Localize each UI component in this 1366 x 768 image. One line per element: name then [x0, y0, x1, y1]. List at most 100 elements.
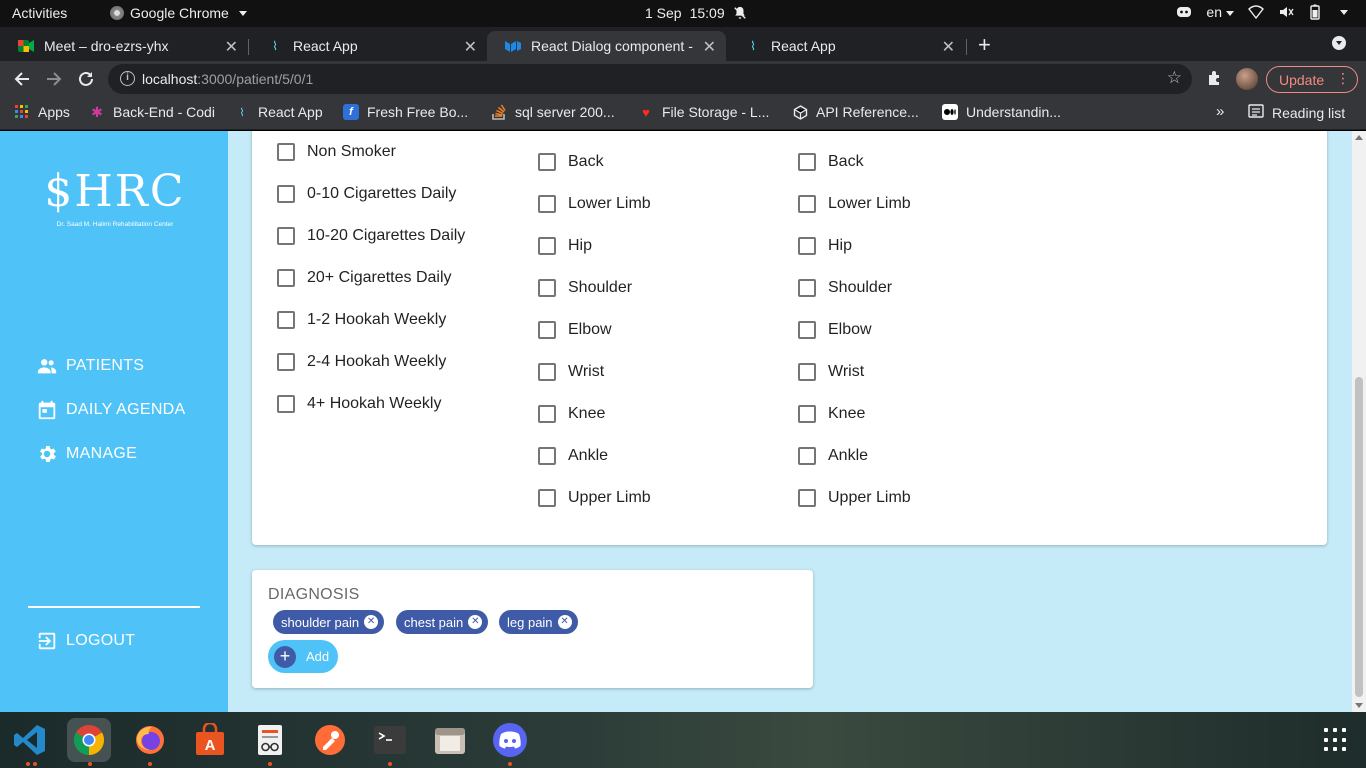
checkbox-square[interactable]: [798, 195, 816, 213]
checkbox-square[interactable]: [798, 279, 816, 297]
bookmark-react-app[interactable]: ⌇ React App: [234, 104, 322, 120]
checkbox-square[interactable]: [538, 237, 556, 255]
checkbox-square[interactable]: [277, 227, 295, 245]
reading-list-button[interactable]: Reading list: [1248, 104, 1345, 121]
dock-files[interactable]: [428, 718, 472, 762]
checkbox-option[interactable]: Knee: [538, 405, 605, 423]
checkbox-option[interactable]: Lower Limb: [538, 195, 651, 213]
bookmark-backend[interactable]: ✱ Back-End - Codi: [89, 104, 215, 121]
checkbox-option[interactable]: 4+ Hookah Weekly: [277, 395, 441, 413]
tab-react-dialog[interactable]: React Dialog component - ✕: [487, 31, 726, 61]
scroll-up-arrow-icon[interactable]: [1355, 135, 1363, 140]
checkbox-option[interactable]: Upper Limb: [538, 489, 651, 507]
diagnosis-chip[interactable]: leg pain ✕: [499, 610, 578, 634]
dock-document-viewer[interactable]: [248, 718, 292, 762]
dock-discord[interactable]: [488, 718, 532, 762]
checkbox-option[interactable]: Knee: [798, 405, 865, 423]
checkbox-square[interactable]: [538, 279, 556, 297]
checkbox-square[interactable]: [798, 321, 816, 339]
logout-button[interactable]: LOGOUT: [36, 630, 135, 652]
diagnosis-chip[interactable]: chest pain ✕: [396, 610, 489, 634]
address-bar[interactable]: i localhost:3000/patient/5/0/1 ☆: [108, 64, 1192, 94]
close-icon[interactable]: ✕: [703, 37, 716, 57]
dock-firefox[interactable]: [128, 718, 172, 762]
tab-search-icon[interactable]: [1332, 36, 1346, 50]
checkbox-square[interactable]: [277, 143, 295, 161]
sidebar-item-daily-agenda[interactable]: DAILY AGENDA: [36, 399, 186, 421]
tab-meet[interactable]: Meet – dro-ezrs-yhx ✕: [0, 31, 248, 61]
diagnosis-chip[interactable]: shoulder pain ✕: [273, 610, 385, 634]
page-scrollbar[interactable]: [1352, 131, 1366, 712]
checkbox-square[interactable]: [538, 321, 556, 339]
checkbox-option[interactable]: Wrist: [538, 363, 604, 381]
checkbox-option[interactable]: 0-10 Cigarettes Daily: [277, 185, 456, 203]
sidebar-item-patients[interactable]: PATIENTS: [36, 355, 144, 377]
checkbox-square[interactable]: [798, 237, 816, 255]
checkbox-option[interactable]: 2-4 Hookah Weekly: [277, 353, 446, 371]
checkbox-option[interactable]: Shoulder: [538, 279, 632, 297]
checkbox-square[interactable]: [277, 269, 295, 287]
checkbox-option[interactable]: Upper Limb: [798, 489, 911, 507]
bookmark-file-storage[interactable]: ♥ File Storage - L...: [638, 104, 769, 120]
checkbox-square[interactable]: [277, 311, 295, 329]
dock-software-center[interactable]: A: [188, 718, 232, 762]
bookmark-api-reference[interactable]: API Reference...: [792, 104, 919, 120]
bookmark-understanding[interactable]: Understandin...: [942, 104, 1061, 120]
dock-chrome[interactable]: [67, 718, 111, 762]
checkbox-option[interactable]: 10-20 Cigarettes Daily: [277, 227, 465, 245]
profile-avatar[interactable]: [1236, 68, 1258, 90]
scrollbar-thumb[interactable]: [1355, 377, 1363, 697]
dock-vscode[interactable]: [8, 718, 52, 762]
checkbox-square[interactable]: [538, 195, 556, 213]
checkbox-option[interactable]: Ankle: [798, 447, 868, 465]
checkbox-option[interactable]: 20+ Cigarettes Daily: [277, 269, 452, 287]
new-tab-button[interactable]: +: [978, 32, 991, 58]
app-menu[interactable]: Google Chrome: [110, 5, 247, 21]
scroll-down-arrow-icon[interactable]: [1355, 703, 1363, 708]
checkbox-option[interactable]: Shoulder: [798, 279, 892, 297]
language-indicator[interactable]: en: [1206, 4, 1234, 20]
bookmark-apps[interactable]: Apps: [14, 104, 70, 120]
checkbox-option[interactable]: Hip: [798, 237, 852, 255]
chevron-double-right-icon[interactable]: »: [1216, 103, 1224, 120]
checkbox-square[interactable]: [798, 405, 816, 423]
checkbox-square[interactable]: [538, 405, 556, 423]
dock-terminal[interactable]: [368, 718, 412, 762]
checkbox-option[interactable]: Back: [538, 153, 604, 171]
checkbox-option[interactable]: Ankle: [538, 447, 608, 465]
checkbox-square[interactable]: [798, 447, 816, 465]
tab-react-app-2[interactable]: ⌇ React App ✕: [727, 31, 965, 61]
bookmark-fresh-free[interactable]: f Fresh Free Bo...: [343, 104, 468, 120]
checkbox-option[interactable]: Wrist: [798, 363, 864, 381]
checkbox-square[interactable]: [798, 153, 816, 171]
dock-postman[interactable]: [308, 718, 352, 762]
checkbox-option[interactable]: 1-2 Hookah Weekly: [277, 311, 446, 329]
checkbox-option[interactable]: Hip: [538, 237, 592, 255]
checkbox-option[interactable]: Elbow: [538, 321, 612, 339]
sidebar-item-manage[interactable]: MANAGE: [36, 443, 137, 465]
reload-icon[interactable]: [74, 67, 98, 91]
forward-arrow-icon[interactable]: [42, 67, 66, 91]
checkbox-square[interactable]: [277, 395, 295, 413]
checkbox-square[interactable]: [277, 353, 295, 371]
system-tray[interactable]: en: [1176, 4, 1348, 20]
checkbox-option[interactable]: Lower Limb: [798, 195, 911, 213]
checkbox-square[interactable]: [277, 185, 295, 203]
checkbox-option[interactable]: Elbow: [798, 321, 872, 339]
chip-delete-icon[interactable]: ✕: [364, 615, 379, 629]
checkbox-square[interactable]: [538, 363, 556, 381]
close-icon[interactable]: ✕: [464, 37, 477, 57]
close-icon[interactable]: ✕: [225, 37, 238, 57]
tab-react-app[interactable]: ⌇ React App ✕: [249, 31, 487, 61]
update-button[interactable]: Update ⋮: [1266, 66, 1358, 93]
checkbox-square[interactable]: [538, 447, 556, 465]
add-diagnosis-button[interactable]: + Add: [268, 640, 338, 673]
extensions-puzzle-icon[interactable]: [1206, 69, 1224, 92]
checkbox-option[interactable]: Non Smoker: [277, 143, 396, 161]
close-icon[interactable]: ✕: [942, 37, 955, 57]
show-applications-grid-icon[interactable]: [1324, 728, 1348, 752]
activities-button[interactable]: Activities: [12, 5, 67, 21]
checkbox-square[interactable]: [798, 489, 816, 507]
chip-delete-icon[interactable]: ✕: [468, 615, 483, 629]
checkbox-square[interactable]: [538, 153, 556, 171]
